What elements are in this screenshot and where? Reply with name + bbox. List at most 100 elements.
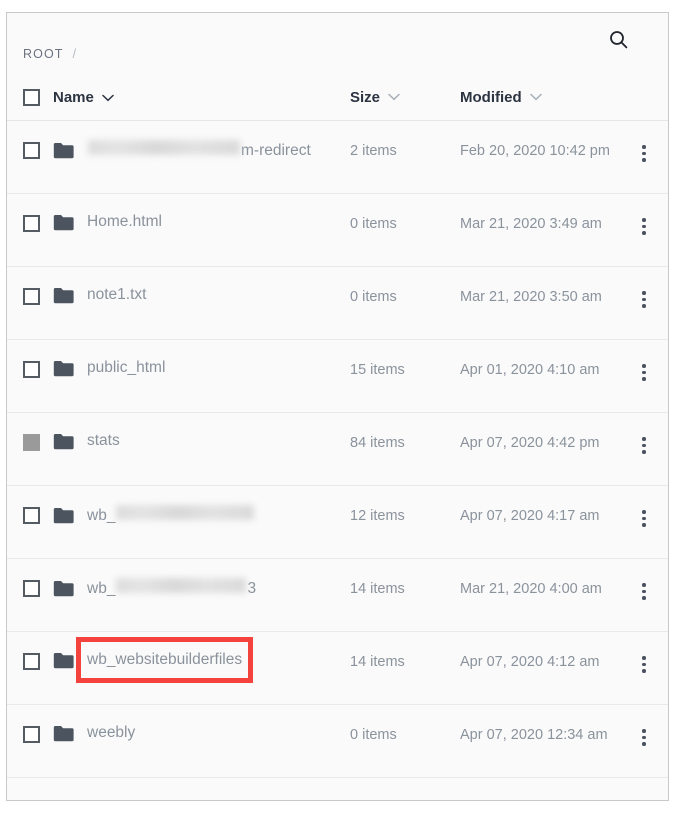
folder-icon — [53, 214, 74, 231]
row-name-label[interactable]: note1.txt — [87, 286, 146, 304]
table-row[interactable]: public_html 15 items Apr 01, 2020 4:10 am — [7, 340, 668, 413]
more-vertical-icon[interactable] — [640, 289, 648, 310]
row-name-label[interactable]: m-redirect — [87, 140, 311, 160]
folder-icon — [53, 507, 74, 524]
row-checkbox[interactable] — [23, 580, 40, 597]
row-modified-label: Apr 01, 2020 4:10 am — [460, 362, 600, 378]
row-modified-label: Mar 21, 2020 3:50 am — [460, 289, 602, 305]
column-header-modified[interactable]: Modified — [460, 88, 620, 107]
row-name-label[interactable]: weebly — [87, 724, 135, 742]
select-all-cell — [23, 89, 53, 106]
row-modified-cell: Apr 07, 2020 4:42 pm — [460, 413, 620, 454]
table-header-row: Name Size Modified — [7, 75, 668, 121]
row-checkbox[interactable] — [23, 288, 40, 305]
row-checkbox[interactable] — [23, 142, 40, 159]
redacted-name-region — [88, 140, 240, 155]
row-menu-cell — [620, 413, 668, 456]
row-checkbox[interactable] — [23, 507, 40, 524]
table-row[interactable]: note1.txt 0 items Mar 21, 2020 3:50 am — [7, 267, 668, 340]
column-header-size[interactable]: Size — [350, 88, 460, 107]
row-modified-cell: Apr 07, 2020 4:17 am — [460, 486, 620, 527]
table-row[interactable]: wb_websitebuilderfiles 14 items Apr 07, 20… — [7, 632, 668, 705]
row-name-cell: public_html — [53, 340, 350, 377]
row-name-label[interactable]: public_html — [87, 359, 165, 377]
more-vertical-icon[interactable] — [640, 435, 648, 456]
more-vertical-icon[interactable] — [640, 508, 648, 529]
row-name-cell: note1.txt — [53, 267, 350, 304]
row-name-cell: Home.html — [53, 194, 350, 231]
row-size-cell: 12 items — [350, 486, 460, 527]
row-modified-cell: Apr 01, 2020 4:10 am — [460, 340, 620, 381]
row-size-cell: 15 items — [350, 340, 460, 381]
table-row[interactable]: weebly 0 items Apr 07, 2020 12:34 am — [7, 705, 668, 778]
more-vertical-icon[interactable] — [640, 362, 648, 383]
more-vertical-icon[interactable] — [640, 216, 648, 237]
folder-icon — [53, 580, 74, 597]
row-modified-label: Mar 21, 2020 3:49 am — [460, 216, 602, 232]
row-checkbox[interactable] — [23, 434, 40, 451]
row-checkbox-cell — [23, 267, 53, 305]
row-modified-label: Apr 07, 2020 4:12 am — [460, 654, 600, 670]
row-checkbox-cell — [23, 413, 53, 451]
column-header-modified-label: Modified — [460, 88, 522, 106]
row-checkbox-cell — [23, 705, 53, 743]
row-name-cell: weebly — [53, 705, 350, 742]
row-name-label[interactable]: Home.html — [87, 213, 162, 231]
row-checkbox[interactable] — [23, 361, 40, 378]
folder-icon — [53, 142, 74, 159]
row-size-label: 0 items — [350, 727, 397, 743]
row-modified-cell: Feb 20, 2020 10:42 pm — [460, 121, 620, 162]
row-checkbox-cell — [23, 194, 53, 232]
row-modified-cell: Mar 21, 2020 4:00 am — [460, 559, 620, 600]
row-size-cell: 0 items — [350, 705, 460, 746]
row-modified-label: Feb 20, 2020 10:42 pm — [460, 143, 610, 159]
table-row[interactable]: wb_ 12 items Apr 07, 2020 4:17 am — [7, 486, 668, 559]
row-size-cell: 2 items — [350, 121, 460, 162]
table-row[interactable]: m-redirect 2 items Feb 20, 2020 10:42 pm — [7, 121, 668, 194]
folder-icon — [53, 287, 74, 304]
more-vertical-icon[interactable] — [640, 654, 648, 675]
row-size-label: 84 items — [350, 435, 405, 451]
row-menu-cell — [620, 194, 668, 237]
row-name-label[interactable]: wb_ 3 — [87, 578, 256, 598]
column-header-size-label: Size — [350, 88, 381, 106]
breadcrumb-root[interactable]: ROOT — [23, 47, 64, 61]
row-name-cell: wb_ 3 — [53, 559, 350, 598]
chevron-down-icon — [529, 88, 542, 106]
table-row[interactable]: Home.html 0 items Mar 21, 2020 3:49 am — [7, 194, 668, 267]
file-rows: m-redirect 2 items Feb 20, 2020 10:42 pm Ho… — [7, 121, 668, 778]
breadcrumb-separator: / — [72, 45, 77, 61]
row-size-label: 14 items — [350, 581, 405, 597]
chevron-down-icon — [388, 88, 400, 106]
row-name-cell: wb_websitebuilderfiles — [53, 632, 350, 669]
row-name-label[interactable]: wb_websitebuilderfiles — [87, 651, 242, 669]
row-menu-cell — [620, 486, 668, 529]
row-menu-cell — [620, 632, 668, 675]
more-vertical-icon[interactable] — [640, 727, 648, 748]
more-vertical-icon[interactable] — [640, 143, 648, 164]
row-checkbox[interactable] — [23, 215, 40, 232]
row-size-label: 12 items — [350, 508, 405, 524]
search-button[interactable] — [604, 25, 632, 53]
row-name-cell: stats — [53, 413, 350, 450]
row-name-label[interactable]: wb_ — [87, 505, 255, 525]
more-vertical-icon[interactable] — [640, 581, 648, 602]
row-name-label[interactable]: stats — [87, 432, 120, 450]
row-modified-cell: Mar 21, 2020 3:49 am — [460, 194, 620, 235]
row-modified-label: Apr 07, 2020 4:17 am — [460, 508, 600, 524]
row-checkbox[interactable] — [23, 653, 40, 670]
select-all-checkbox[interactable] — [23, 89, 40, 106]
row-checkbox-cell — [23, 340, 53, 378]
column-header-name[interactable]: Name — [53, 89, 350, 107]
table-row[interactable]: stats 84 items Apr 07, 2020 4:42 pm — [7, 413, 668, 486]
chevron-down-icon — [102, 89, 114, 107]
row-modified-cell: Apr 07, 2020 12:34 am — [460, 705, 620, 746]
search-icon — [609, 30, 628, 49]
row-checkbox-cell — [23, 632, 53, 670]
row-modified-label: Apr 07, 2020 4:42 pm — [460, 435, 600, 451]
row-checkbox[interactable] — [23, 726, 40, 743]
row-menu-cell — [620, 559, 668, 602]
redacted-name-region — [116, 505, 255, 520]
row-size-label: 0 items — [350, 289, 397, 305]
table-row[interactable]: wb_ 3 14 items Mar 21, 2020 4:00 am — [7, 559, 668, 632]
